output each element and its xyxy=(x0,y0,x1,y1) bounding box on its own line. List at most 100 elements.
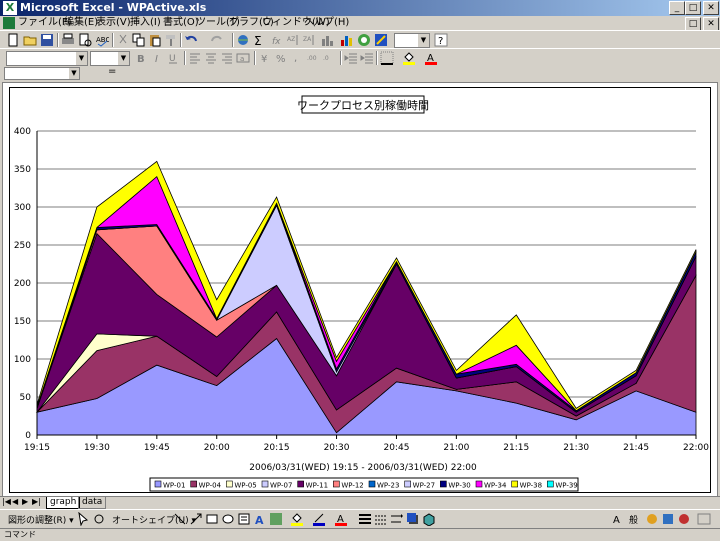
chart-legend[interactable]: WP-01 WP-04 WP-05 WP-07 WP-11 WP-12 WP-23 WP-27… xyxy=(149,477,579,492)
currency-icon[interactable]: ¥ xyxy=(258,51,272,65)
sort-ascending-icon[interactable]: AZ xyxy=(286,33,300,47)
redo-icon[interactable] xyxy=(210,33,224,47)
paste-icon[interactable] xyxy=(148,33,162,47)
open-folder-icon[interactable] xyxy=(23,33,37,47)
menu-view[interactable]: 表示(V) xyxy=(96,17,131,29)
ime-mode-icon[interactable]: A xyxy=(612,512,626,526)
formula-bar: ▼ = xyxy=(0,66,720,80)
ime-help-icon[interactable] xyxy=(677,512,691,526)
menu-help[interactable]: ヘルプ(H) xyxy=(304,17,349,29)
align-right-icon[interactable] xyxy=(220,51,234,65)
wordart-icon[interactable]: A xyxy=(253,512,267,526)
merge-center-icon[interactable]: a xyxy=(236,51,250,65)
legend-swatch xyxy=(261,480,269,488)
line-icon[interactable] xyxy=(173,512,187,526)
fill-color-icon[interactable] xyxy=(402,51,416,65)
dash-style-icon[interactable] xyxy=(374,512,388,526)
first-sheet-icon[interactable]: |◀ xyxy=(2,497,11,506)
save-icon[interactable] xyxy=(40,33,54,47)
comma-style-icon[interactable]: , xyxy=(290,51,304,65)
ime-status-icon[interactable] xyxy=(697,512,711,526)
shadow-icon[interactable] xyxy=(406,512,420,526)
line-style-icon[interactable] xyxy=(358,512,372,526)
line-color-icon[interactable] xyxy=(312,512,326,526)
ime-tool-icon[interactable] xyxy=(645,512,659,526)
office-assistant-icon[interactable]: ? xyxy=(434,33,448,47)
italic-icon[interactable]: I xyxy=(150,51,164,65)
tab-data[interactable]: data xyxy=(78,497,107,509)
cut-icon[interactable] xyxy=(116,33,130,47)
oval-icon[interactable] xyxy=(221,512,235,526)
print-preview-icon[interactable] xyxy=(78,33,92,47)
arrow-style-icon[interactable] xyxy=(390,512,404,526)
ime-pad-icon[interactable] xyxy=(661,512,675,526)
legend-label: WP-05 xyxy=(234,482,256,490)
zoom-combo[interactable]: ▼ xyxy=(394,33,430,48)
next-sheet-icon[interactable]: ▶ xyxy=(22,497,28,506)
menu-insert[interactable]: 挿入(I) xyxy=(130,17,161,29)
hyperlink-icon[interactable] xyxy=(236,33,250,47)
y-tick-label: 250 xyxy=(14,241,31,251)
autosum-icon[interactable]: Σ xyxy=(252,33,266,47)
function-icon[interactable]: fx xyxy=(270,33,284,47)
font-name-combo[interactable]: ▼ xyxy=(6,51,88,66)
draw-font-color-icon[interactable]: A xyxy=(334,512,348,526)
decrease-indent-icon[interactable] xyxy=(344,51,358,65)
format-painter-icon[interactable] xyxy=(164,33,178,47)
spelling-icon[interactable]: ABC xyxy=(95,33,109,47)
svg-text:AZ: AZ xyxy=(287,36,295,43)
drawing-icon[interactable] xyxy=(374,33,388,47)
x-tick-label: 20:30 xyxy=(324,443,350,453)
decrease-decimal-icon[interactable]: .0 xyxy=(322,51,336,65)
font-color-icon[interactable]: A xyxy=(424,51,438,65)
workbook-icon[interactable] xyxy=(3,17,15,29)
underline-icon[interactable]: U xyxy=(166,51,180,65)
clipart-icon[interactable] xyxy=(269,512,283,526)
minimize-icon[interactable]: _ xyxy=(669,1,685,15)
undo-icon[interactable] xyxy=(184,33,198,47)
maximize-icon[interactable]: □ xyxy=(685,1,701,15)
align-left-icon[interactable] xyxy=(188,51,202,65)
name-box[interactable]: ▼ xyxy=(4,67,80,80)
x-tick-label: 21:15 xyxy=(503,443,529,453)
chart-wizard-icon[interactable] xyxy=(320,33,334,47)
doc-restore-icon[interactable]: □ xyxy=(685,17,701,31)
stacked-area-chart[interactable]: ワークプロセス別稼働時間 0 50 100 150 200 250 300 350 400 19… xyxy=(10,88,710,492)
borders-icon[interactable] xyxy=(380,51,394,65)
new-file-icon[interactable] xyxy=(6,33,20,47)
doc-close-icon[interactable]: ✕ xyxy=(703,17,719,31)
percent-icon[interactable]: % xyxy=(274,51,288,65)
chart-icon[interactable] xyxy=(340,33,354,47)
x-axis-label: 2006/03/31(WED) 19:15 - 2006/03/31(WED) … xyxy=(249,463,477,473)
legend-label: WP-39 xyxy=(555,482,577,490)
arrow-icon[interactable] xyxy=(189,512,203,526)
chart-sheet[interactable]: ワークプロセス別稼働時間 0 50 100 150 200 250 300 350 400 19… xyxy=(2,82,718,498)
copy-icon[interactable] xyxy=(132,33,146,47)
menu-format[interactable]: 書式(O) xyxy=(163,17,199,29)
close-icon[interactable]: ✕ xyxy=(703,1,719,15)
draw-fill-color-icon[interactable] xyxy=(290,512,304,526)
print-icon[interactable] xyxy=(61,33,75,47)
menu-edit[interactable]: 編集(E) xyxy=(64,17,98,29)
prev-sheet-icon[interactable]: ◀ xyxy=(12,497,18,506)
excel-icon[interactable]: X xyxy=(3,1,17,15)
legend-label: WP-34 xyxy=(484,482,507,490)
tab-graph[interactable]: graph xyxy=(46,497,81,509)
chart-area[interactable]: ワークプロセス別稼働時間 0 50 100 150 200 250 300 350 400 19… xyxy=(9,87,711,493)
free-rotate-icon[interactable] xyxy=(92,512,106,526)
last-sheet-icon[interactable]: ▶| xyxy=(32,497,41,506)
equals-icon[interactable]: = xyxy=(108,66,116,77)
map-icon[interactable] xyxy=(357,33,371,47)
select-objects-icon[interactable] xyxy=(76,512,90,526)
bold-icon[interactable]: B xyxy=(134,51,148,65)
increase-indent-icon[interactable] xyxy=(360,51,374,65)
rectangle-icon[interactable] xyxy=(205,512,219,526)
adjust-shapes-menu[interactable]: 図形の調整(R) ▾ xyxy=(8,513,74,526)
font-size-combo[interactable]: ▼ xyxy=(90,51,130,66)
text-box-icon[interactable] xyxy=(237,512,251,526)
sort-descending-icon[interactable]: ZA xyxy=(302,33,316,47)
3d-icon[interactable] xyxy=(422,512,436,526)
align-center-icon[interactable] xyxy=(204,51,218,65)
increase-decimal-icon[interactable]: .00 xyxy=(306,51,320,65)
ime-input-icon[interactable]: 般 xyxy=(628,512,642,526)
